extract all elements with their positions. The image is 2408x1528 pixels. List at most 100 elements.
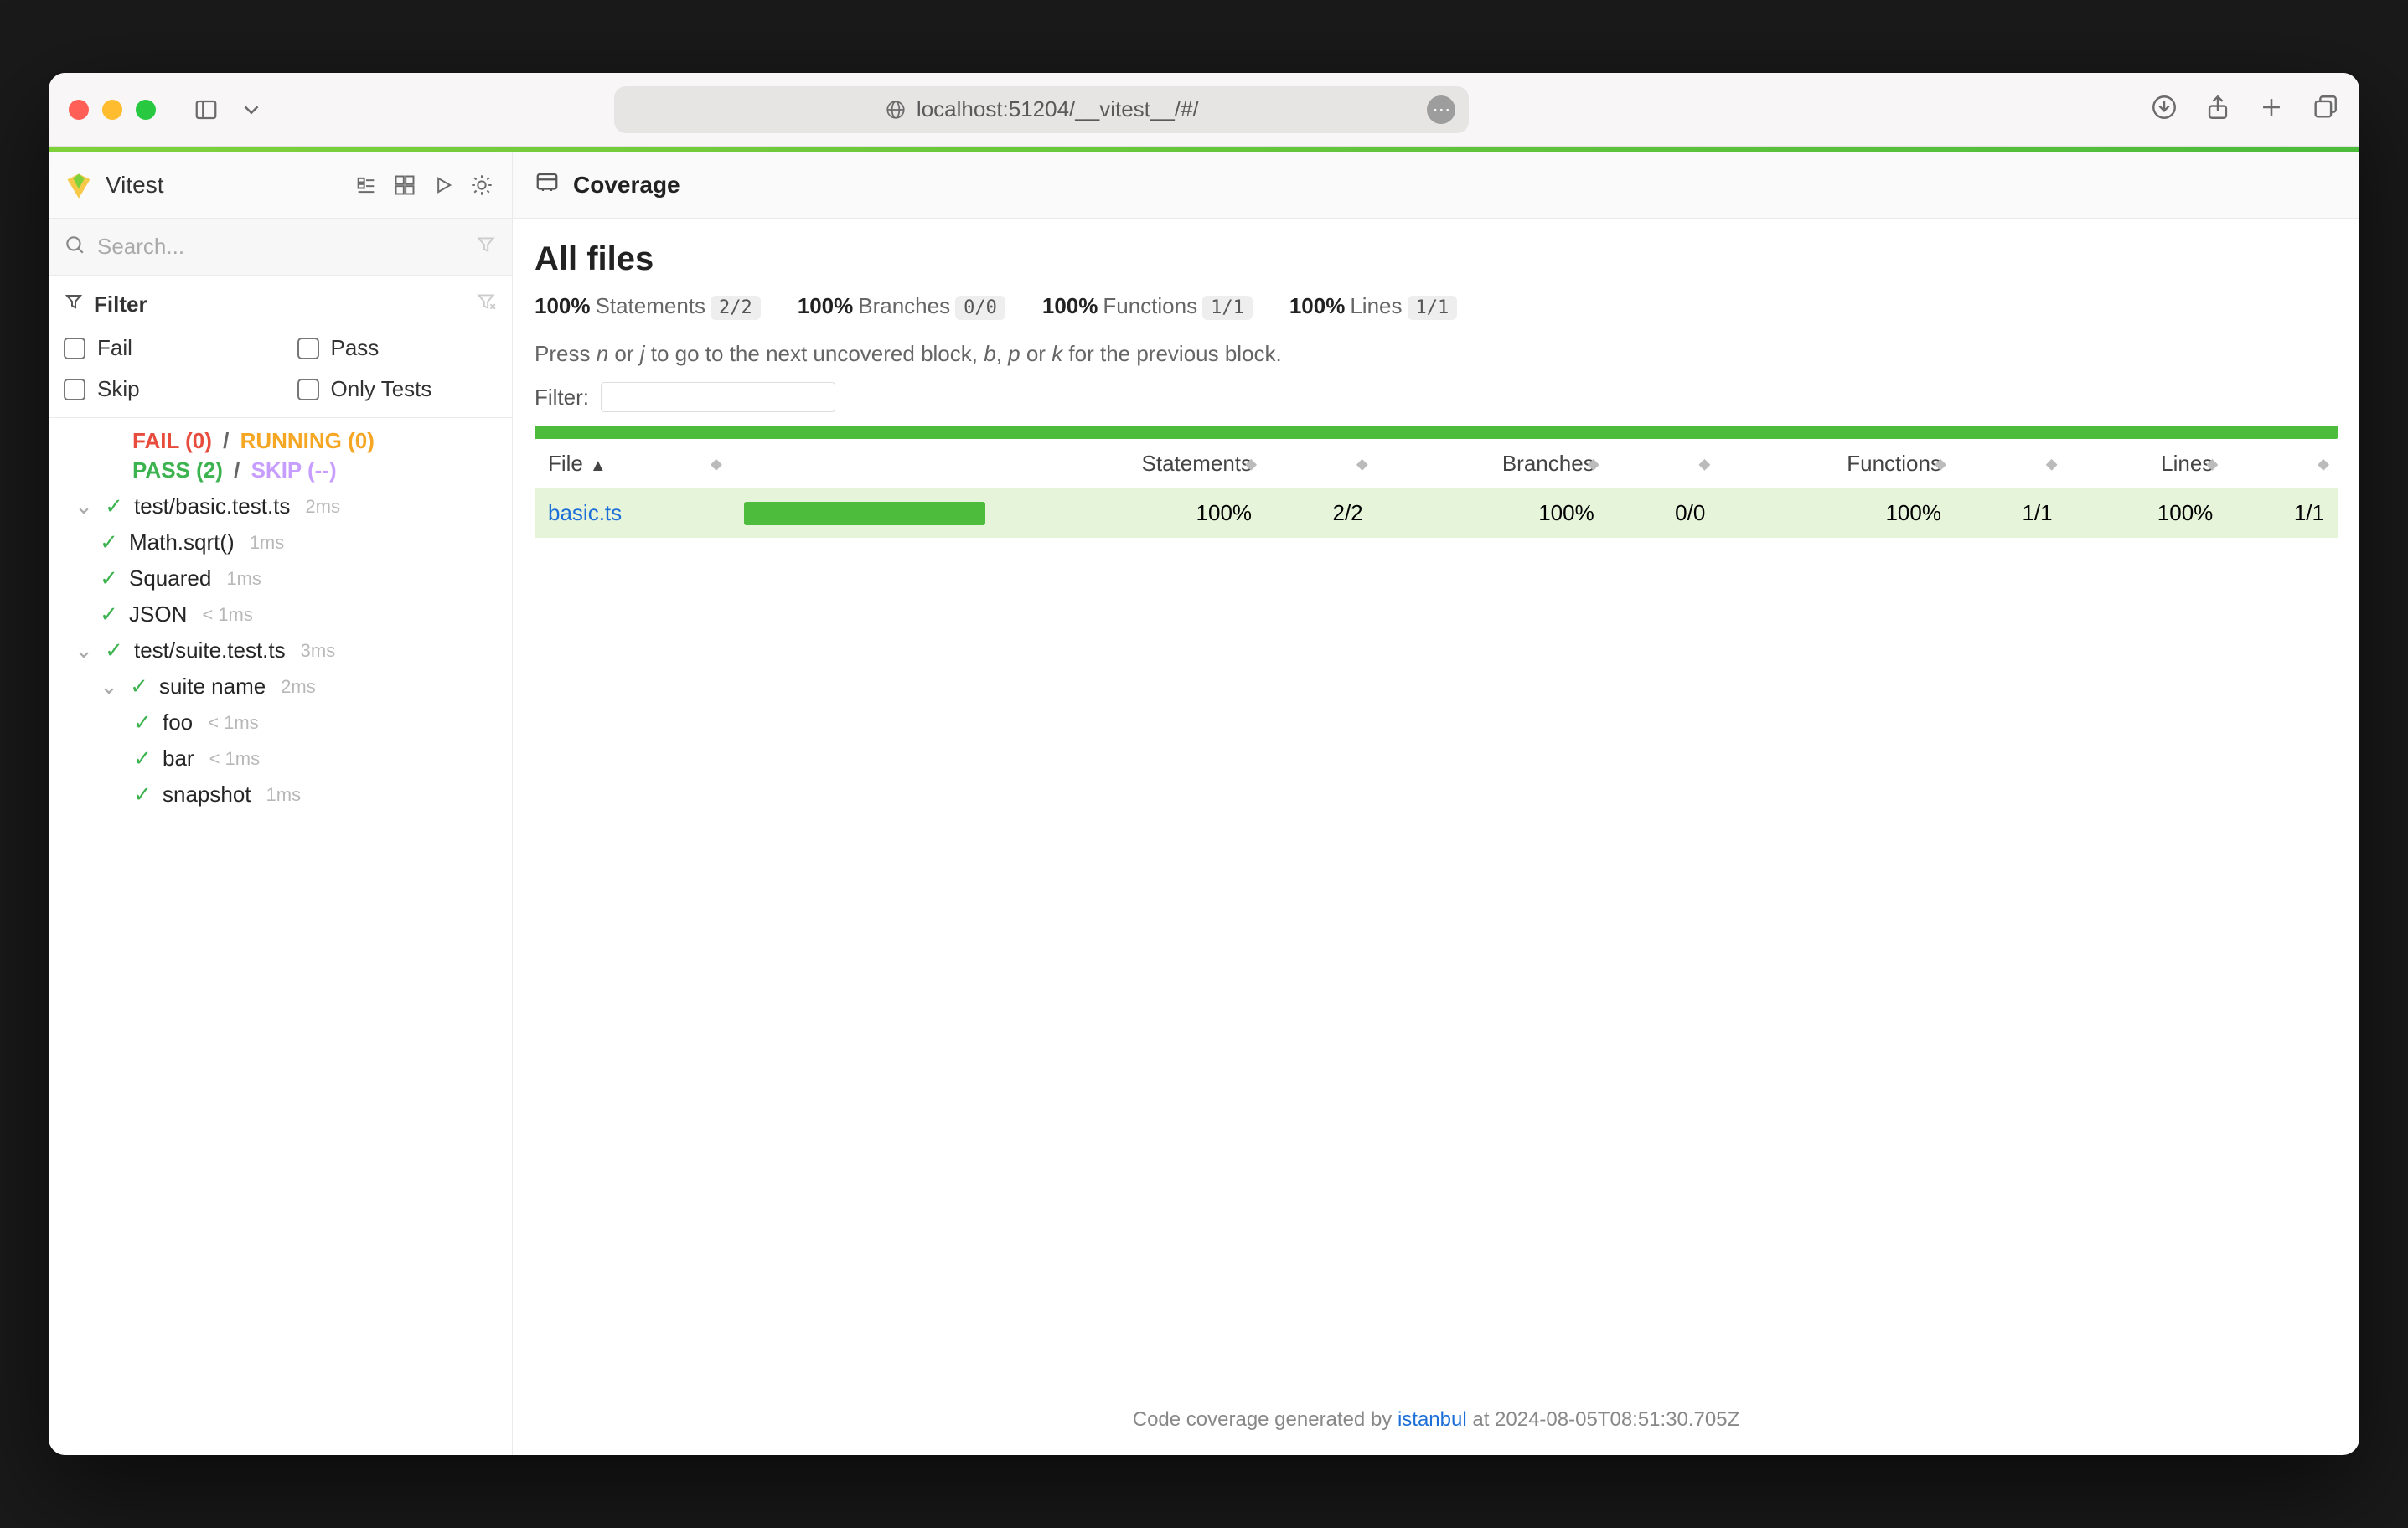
status-skip: SKIP (--): [251, 457, 337, 483]
globe-icon: [885, 99, 907, 121]
filter-skip-check[interactable]: Skip: [64, 376, 264, 402]
filter-title: Filter: [94, 292, 147, 317]
tree-test[interactable]: ✓ Squared 1ms: [49, 560, 512, 596]
address-bar[interactable]: localhost:51204/__vitest__/#/ ⋯: [614, 86, 1469, 133]
col-lines[interactable]: Lines◆: [2066, 439, 2227, 488]
status-summary: FAIL (0) / RUNNING (0): [49, 418, 512, 454]
coverage-table: File▲◆ Statements◆ ◆ Branches◆ ◆ Functio…: [535, 439, 2338, 538]
metric-functions: 100%Functions1/1: [1042, 293, 1253, 319]
coverage-metrics: 100%Statements2/2 100%Branches0/0 100%Fu…: [535, 293, 2338, 319]
cell-func-frac: 1/1: [1955, 488, 2066, 538]
chevron-down-icon: ⌄: [99, 674, 119, 699]
fullscreen-window-button[interactable]: [136, 100, 156, 120]
coverage-heading: All files: [535, 240, 2338, 278]
test-tree: ⌄ ✓ test/basic.test.ts 2ms ✓ Math.sqrt()…: [49, 483, 512, 829]
coverage-filter-label: Filter:: [535, 385, 589, 410]
main-header: Coverage: [513, 152, 2359, 219]
run-icon[interactable]: [428, 170, 458, 200]
row-bar: [744, 502, 985, 525]
filter-fail-check[interactable]: Fail: [64, 335, 264, 361]
check-icon: ✓: [99, 565, 119, 591]
table-row: basic.ts 100% 2/2 100% 0/0 100% 1/1 100%…: [535, 488, 2338, 538]
vitest-app: Vitest Filter: [49, 152, 2359, 1455]
main-panel: Coverage All files 100%Statements2/2 100…: [513, 152, 2359, 1455]
chevron-down-icon[interactable]: [236, 95, 266, 125]
check-icon: ✓: [99, 601, 119, 627]
check-icon: ✓: [104, 638, 124, 663]
sidebar: Vitest Filter: [49, 152, 513, 1455]
cell-line-frac: 1/1: [2226, 488, 2338, 538]
chevron-down-icon: ⌄: [74, 493, 94, 519]
col-statements-frac[interactable]: ◆: [1265, 439, 1377, 488]
cell-branch-pct: 100%: [1377, 488, 1608, 538]
minimize-window-button[interactable]: [102, 100, 122, 120]
vitest-logo-icon: [64, 170, 94, 200]
tree-test[interactable]: ✓ snapshot 1ms: [49, 777, 512, 813]
coverage-progress-bar: [535, 426, 2338, 439]
url-text: localhost:51204/__vitest__/#/: [917, 96, 1199, 122]
check-icon: ✓: [99, 529, 119, 555]
tree-suite[interactable]: ⌄ ✓ suite name 2ms: [49, 668, 512, 705]
dashboard-icon[interactable]: [390, 170, 420, 200]
check-icon: ✓: [132, 746, 152, 772]
filter-icon: [64, 292, 84, 317]
cell-line-pct: 100%: [2066, 488, 2227, 538]
cell-stat-frac: 2/2: [1265, 488, 1377, 538]
check-icon: ✓: [132, 782, 152, 808]
new-tab-icon[interactable]: [2257, 93, 2286, 126]
istanbul-link[interactable]: istanbul: [1398, 1408, 1467, 1431]
sidebar-toggle-icon[interactable]: [191, 95, 221, 125]
safari-window: localhost:51204/__vitest__/#/ ⋯ Vitest: [49, 73, 2359, 1455]
cell-branch-frac: 0/0: [1608, 488, 1719, 538]
filter-panel: Filter Fail Pass Skip Only Tests: [49, 276, 512, 418]
search-bar: [49, 219, 512, 276]
col-functions-frac[interactable]: ◆: [1955, 439, 2066, 488]
main-tab-title: Coverage: [573, 172, 680, 199]
share-icon[interactable]: [2204, 93, 2232, 126]
search-icon: [64, 234, 85, 260]
close-window-button[interactable]: [69, 100, 89, 120]
check-icon: ✓: [104, 493, 124, 519]
collapse-filter-icon[interactable]: [475, 234, 497, 260]
metric-lines: 100%Lines1/1: [1289, 293, 1457, 319]
col-statements[interactable]: Statements◆: [999, 439, 1265, 488]
window-controls: [69, 100, 156, 120]
cell-stat-pct: 100%: [999, 488, 1265, 538]
tabs-icon[interactable]: [2311, 93, 2339, 126]
tree-file[interactable]: ⌄ ✓ test/suite.test.ts 3ms: [49, 632, 512, 668]
cell-func-pct: 100%: [1718, 488, 1955, 538]
metric-statements: 100%Statements2/2: [535, 293, 761, 319]
col-lines-frac[interactable]: ◆: [2226, 439, 2338, 488]
status-pass: PASS (2): [132, 457, 223, 483]
tree-test[interactable]: ✓ foo < 1ms: [49, 705, 512, 741]
col-functions[interactable]: Functions◆: [1718, 439, 1955, 488]
filter-only-check[interactable]: Only Tests: [297, 376, 498, 402]
metric-branches: 100%Branches0/0: [798, 293, 1005, 319]
coverage-body: All files 100%Statements2/2 100%Branches…: [513, 219, 2359, 538]
tree-test[interactable]: ✓ JSON < 1ms: [49, 596, 512, 632]
tree-test[interactable]: ✓ Math.sqrt() 1ms: [49, 524, 512, 560]
col-branches-frac[interactable]: ◆: [1608, 439, 1719, 488]
browser-toolbar: localhost:51204/__vitest__/#/ ⋯: [49, 73, 2359, 147]
downloads-icon[interactable]: [2150, 93, 2178, 126]
sidebar-header: Vitest: [49, 152, 512, 219]
reader-badge-icon[interactable]: ⋯: [1427, 96, 1455, 124]
coverage-footer: Code coverage generated by istanbul at 2…: [513, 1390, 2359, 1455]
status-fail: FAIL (0): [132, 428, 212, 453]
filter-pass-check[interactable]: Pass: [297, 335, 498, 361]
coverage-icon: [535, 170, 560, 199]
col-branches[interactable]: Branches◆: [1377, 439, 1608, 488]
list-view-icon[interactable]: [351, 170, 381, 200]
search-input[interactable]: [97, 234, 463, 260]
file-link[interactable]: basic.ts: [548, 500, 622, 525]
chevron-down-icon: ⌄: [74, 638, 94, 663]
theme-icon[interactable]: [467, 170, 497, 200]
browser-right-actions: [2150, 93, 2339, 126]
clear-filter-icon[interactable]: [475, 291, 497, 318]
app-title: Vitest: [106, 172, 339, 199]
coverage-filter-input[interactable]: [601, 382, 835, 412]
col-file[interactable]: File▲◆: [535, 439, 731, 488]
tree-test[interactable]: ✓ bar < 1ms: [49, 741, 512, 777]
tree-file[interactable]: ⌄ ✓ test/basic.test.ts 2ms: [49, 488, 512, 524]
check-icon: ✓: [132, 710, 152, 736]
